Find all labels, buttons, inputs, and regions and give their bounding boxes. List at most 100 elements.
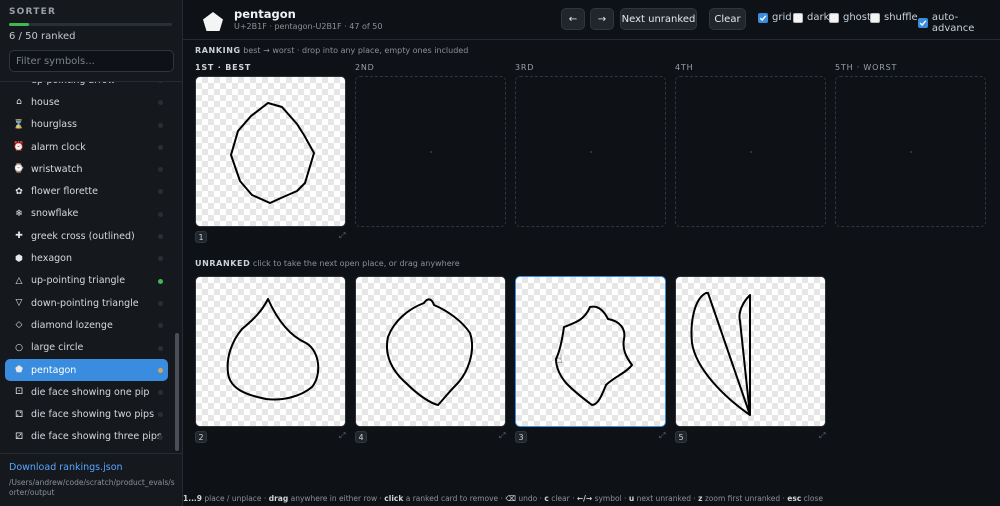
sidebar-item-die-face-showing-three-pips[interactable]: ⚂ die face showing three pips — [0, 426, 172, 448]
unranked-card-3[interactable]: ☝ — [515, 276, 666, 427]
hint-text: zoom first unranked — [704, 494, 781, 503]
dark-checkbox[interactable] — [793, 12, 803, 23]
status-dot — [158, 189, 163, 195]
symbol-icon: ⬢ — [15, 253, 23, 264]
symbol-name: pentagon — [234, 7, 296, 21]
auto-advance-checkbox[interactable] — [918, 18, 928, 28]
dark-toggle-label: dark — [807, 12, 830, 23]
grid-toggle[interactable]: grid — [758, 12, 792, 23]
zoom-icon[interactable]: ⤢ — [819, 431, 825, 441]
unranked-section-label: UNRANKED click to take the next open pla… — [195, 259, 460, 268]
zoom-icon[interactable]: ⤢ — [499, 431, 505, 441]
sidebar-item-hourglass[interactable]: ⌛ hourglass — [0, 114, 172, 136]
pentagon-drawing — [230, 102, 315, 204]
ranking-hint: best → worst · drop into any place, empt… — [243, 46, 469, 55]
main-area: pentagon U+2B1F · pentagon-U2B1F · 47 of… — [183, 0, 1000, 506]
zoom-icon[interactable]: ⤢ — [339, 231, 345, 241]
unranked-card-number: 5 — [675, 431, 687, 443]
unranked-card-number: 2 — [195, 431, 207, 443]
hint-key: z — [698, 494, 703, 503]
filter-input[interactable] — [9, 50, 174, 72]
symbol-icon: ⚀ — [15, 387, 23, 398]
unranked-card-2[interactable] — [195, 276, 346, 427]
sidebar-item-down-pointing-triangle[interactable]: ▽ down-pointing triangle — [0, 292, 172, 314]
sidebar-item-label: wristwatch — [31, 163, 83, 175]
sidebar-item-hexagon[interactable]: ⬢ hexagon — [0, 247, 172, 269]
ghost-checkbox[interactable] — [829, 12, 839, 23]
prev-symbol-button[interactable]: ← — [561, 8, 585, 30]
sidebar-item-die-face-showing-two-pips[interactable]: ⚁ die face showing two pips — [0, 403, 172, 425]
sidebar-item-label: diamond lozenge — [31, 319, 113, 331]
symbol-icon: ⌚ — [13, 164, 25, 175]
sidebar-item-alarm-clock[interactable]: ⏰ alarm clock — [0, 136, 172, 158]
status-dot — [158, 323, 163, 329]
sidebar-scrollbar[interactable] — [175, 333, 179, 451]
zoom-icon[interactable]: ⤢ — [339, 431, 345, 441]
next-symbol-button[interactable]: → — [590, 8, 614, 30]
sidebar-item-label: up-pointing arrow — [31, 82, 115, 86]
auto-advance-toggle-label: auto-advance — [931, 12, 975, 34]
empty-slot-3[interactable] — [515, 76, 666, 227]
sidebar-item-large-circle[interactable]: ○ large circle — [0, 337, 172, 359]
ranked-card-1[interactable] — [195, 76, 346, 227]
grid-toggle-label: grid — [772, 12, 792, 23]
zoom-icon[interactable]: ⤢ — [659, 431, 665, 441]
status-dot — [158, 234, 163, 240]
sidebar-footer: Download rankings.json /Users/andrew/cod… — [0, 453, 183, 506]
empty-slot-4[interactable] — [675, 76, 826, 227]
sidebar-item-label: greek cross (outlined) — [31, 230, 135, 242]
dark-toggle[interactable]: dark — [793, 12, 829, 23]
slot-label-2: 2ND — [355, 63, 375, 72]
sidebar-item-label: snowflake — [31, 208, 79, 220]
hint-key: u — [628, 494, 635, 503]
symbol-icon: △ — [15, 275, 23, 286]
auto-advance-toggle[interactable]: auto-advance — [918, 12, 1000, 34]
download-link[interactable]: Download rankings.json — [9, 462, 123, 473]
status-dot — [158, 434, 163, 440]
status-dot — [158, 100, 163, 106]
sidebar-item-label: flower florette — [31, 186, 98, 198]
hint-text: symbol — [594, 494, 622, 503]
status-dot — [158, 300, 163, 306]
hint-text: place / unplace — [204, 494, 262, 503]
sidebar-item-label: die face showing one pip — [31, 386, 150, 398]
sidebar-item-label: alarm clock — [31, 141, 86, 153]
symbol-icon: ❄ — [15, 208, 23, 219]
hint-text: next unranked — [636, 494, 691, 503]
sidebar-item-label: hourglass — [31, 119, 77, 131]
empty-slot-5[interactable] — [835, 76, 986, 227]
sidebar-item-snowflake[interactable]: ❄ snowflake — [0, 203, 172, 225]
grid-checkbox[interactable] — [758, 12, 768, 23]
hint-key: esc — [787, 494, 802, 503]
symbol-icon: ✿ — [15, 186, 23, 197]
next-unranked-button[interactable]: Next unranked — [620, 8, 697, 30]
ranked-count: 6 / 50 ranked — [9, 31, 76, 42]
status-dot — [158, 278, 163, 284]
sidebar-item-label: pentagon — [31, 364, 77, 376]
ghost-toggle[interactable]: ghost — [829, 12, 871, 23]
sidebar-item-wristwatch[interactable]: ⌚ wristwatch — [0, 158, 172, 180]
sidebar-item-die-face-showing-one-pip[interactable]: ⚀ die face showing one pip — [0, 381, 172, 403]
hint-key: drag — [268, 494, 289, 503]
progress-fill — [9, 23, 29, 26]
sidebar-item-label: up-pointing triangle — [31, 275, 126, 287]
unranked-card-number: 3 — [515, 431, 527, 443]
unranked-card-5[interactable] — [675, 276, 826, 427]
shuffle-toggle[interactable]: shuffle — [870, 12, 918, 23]
status-dot — [158, 167, 163, 173]
sidebar-item-up-pointing-triangle[interactable]: △ up-pointing triangle — [0, 270, 172, 292]
pentagon-drawing — [690, 292, 751, 416]
symbol-list: ⬆ up-pointing arrow ⌂ house ⌛ hourglass ⏰ alarm… — [0, 81, 183, 453]
unranked-card-4[interactable] — [355, 276, 506, 427]
sidebar-item-greek-cross-outlined[interactable]: ✚ greek cross (outlined) — [0, 225, 172, 247]
sidebar-item-house[interactable]: ⌂ house — [0, 91, 172, 113]
empty-slot-2[interactable] — [355, 76, 506, 227]
sidebar-item-flower-florette[interactable]: ✿ flower florette — [0, 180, 172, 202]
sidebar-item-diamond-lozenge[interactable]: ◇ diamond lozenge — [0, 314, 172, 336]
sidebar-item-pentagon[interactable]: ⬟ pentagon — [5, 358, 168, 382]
sidebar-item-up-pointing-arrow[interactable]: ⬆ up-pointing arrow — [0, 82, 172, 91]
symbol-icon: ⬟ — [15, 365, 23, 375]
clear-button[interactable]: Clear — [709, 8, 746, 30]
shuffle-checkbox[interactable] — [870, 12, 880, 23]
status-dot — [158, 390, 163, 396]
